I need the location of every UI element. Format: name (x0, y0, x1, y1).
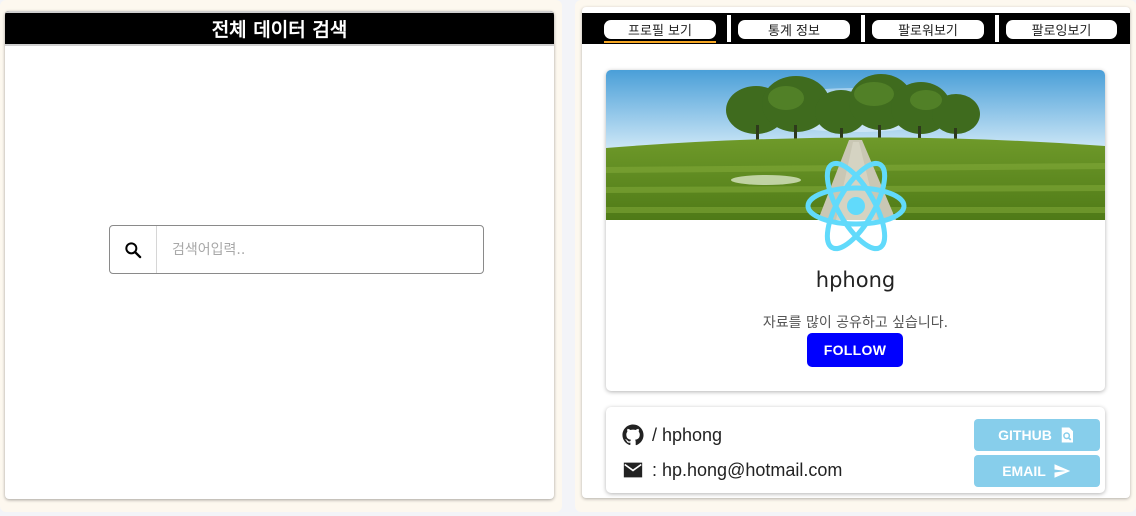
tab-label: 통계 정보 (768, 24, 820, 39)
tab-divider (861, 15, 865, 42)
react-logo-icon (805, 160, 907, 252)
profile-panel-card: 프로필 보기 통계 정보 팔로워보기 팔로잉보기 hphong 자료를 많이 공… (582, 7, 1130, 498)
mail-icon (623, 462, 643, 478)
tab-bar: 프로필 보기 통계 정보 팔로워보기 팔로잉보기 (582, 13, 1130, 44)
tab-divider (995, 15, 999, 42)
github-text: / hphong (652, 424, 723, 445)
github-button[interactable]: GITHUB (974, 419, 1100, 451)
tab-divider (727, 15, 731, 42)
send-icon (1054, 464, 1071, 478)
search-panel-title: 전체 데이터 검색 (211, 19, 348, 41)
search-panel: 전체 데이터 검색 (0, 0, 562, 512)
tab-label: 프로필 보기 (628, 24, 692, 39)
search-icon[interactable] (110, 226, 157, 273)
page-search-icon (1061, 427, 1073, 443)
email-button[interactable]: EMAIL (974, 455, 1100, 487)
tab-profile[interactable]: 프로필 보기 (604, 20, 716, 43)
search-input[interactable] (157, 226, 483, 273)
email-text: : hp.hong@hotmail.com (652, 459, 843, 480)
contact-card: / hphong : hp.hong@hotmail.com GITHUB EM… (606, 407, 1105, 493)
tab-statistics[interactable]: 통계 정보 (738, 20, 850, 39)
profile-card: hphong 자료를 많이 공유하고 싶습니다. FOLLOW (606, 70, 1105, 391)
github-icon (622, 424, 644, 446)
github-row: / hphong (622, 424, 722, 446)
email-row: : hp.hong@hotmail.com (622, 459, 842, 481)
profile-panel: 프로필 보기 통계 정보 팔로워보기 팔로잉보기 hphong 자료를 많이 공… (575, 0, 1136, 512)
search-card: 전체 데이터 검색 (5, 11, 554, 499)
search-panel-header: 전체 데이터 검색 (5, 11, 554, 46)
github-button-label: GITHUB (998, 427, 1052, 443)
tab-following[interactable]: 팔로잉보기 (1006, 20, 1117, 39)
email-button-label: EMAIL (1002, 463, 1046, 479)
follow-button[interactable]: FOLLOW (807, 333, 903, 367)
tab-label: 팔로워보기 (898, 24, 958, 39)
profile-username: hphong (815, 268, 896, 292)
profile-bio: 자료를 많이 공유하고 싶습니다. (762, 315, 949, 331)
tab-followers[interactable]: 팔로워보기 (872, 20, 984, 39)
search-box (109, 225, 484, 274)
tab-label: 팔로잉보기 (1031, 24, 1092, 39)
